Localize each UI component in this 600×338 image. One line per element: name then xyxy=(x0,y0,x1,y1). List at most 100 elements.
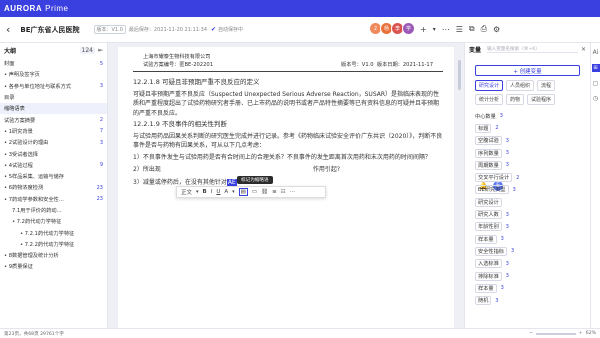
list-item[interactable]: 2）所出现 作用引起? xyxy=(133,165,443,175)
variable-label: 年龄性别 xyxy=(475,222,502,232)
collapse-icon[interactable]: ⇤ xyxy=(98,47,103,54)
close-icon[interactable]: ✕ xyxy=(581,46,586,53)
back-arrow-icon[interactable]: ‹ xyxy=(6,23,10,36)
more-icon[interactable]: ⋯ xyxy=(290,189,296,195)
protocol-number: 试验方案编号：匿BE-202201 xyxy=(143,62,214,68)
variable-category-tab[interactable]: 研究设计 xyxy=(475,80,504,91)
outline-item[interactable]: 7.1用于评价的药动… xyxy=(0,205,107,216)
copy-icon[interactable]: ⧉ xyxy=(469,24,475,34)
version-date: 版本日期：2021-11-17 xyxy=(376,62,433,68)
outline-item[interactable]: • 4试验过程 9 xyxy=(0,160,107,171)
page-info: 第23页，共68页 29761个字 xyxy=(4,331,64,337)
app-logo[interactable]: AURORA Prime xyxy=(4,4,69,13)
ai-icon[interactable]: Ai xyxy=(593,49,599,56)
zoom-slider[interactable] xyxy=(535,332,576,335)
outline-item[interactable]: 封面 5 xyxy=(0,58,107,69)
variable-item[interactable]: 安全性指标 3 xyxy=(465,245,590,257)
outline-item[interactable]: • 声明及签字页 xyxy=(0,69,107,80)
outline-item[interactable]: 缩略语表 xyxy=(0,103,107,115)
link-icon[interactable]: ⛓ xyxy=(261,189,268,195)
outline-item[interactable]: • 1研究背景 7 xyxy=(0,126,107,137)
variable-label: 研究设计 xyxy=(475,197,502,207)
abbreviation-icon[interactable]: ▤ xyxy=(238,188,248,196)
align-icon[interactable]: ≡ xyxy=(272,189,277,195)
variable-item[interactable]: 序列数量 3 xyxy=(465,147,590,159)
variable-item[interactable]: 研究设计 xyxy=(465,196,590,208)
variable-category-tab[interactable]: 人员组织 xyxy=(506,80,535,91)
variable-item[interactable]: 标题 2 xyxy=(465,122,590,134)
variable-item[interactable]: 周期数量 3 xyxy=(465,159,590,171)
outline-item[interactable]: • 7药动学参数和安全性… 23 xyxy=(0,194,107,205)
gear-icon[interactable]: ⚙ xyxy=(493,25,500,34)
style-select[interactable]: 正文 xyxy=(181,188,192,196)
status-bar: 第23页，共68页 29761个字 − + 62% xyxy=(0,328,600,338)
variable-category-tab[interactable]: 药物 xyxy=(506,94,525,105)
outline-item[interactable]: • 6药物浓度检测 23 xyxy=(0,182,107,193)
outline-item[interactable]: 试验方案摘要 2 xyxy=(0,114,107,125)
variable-panel-icon[interactable]: ⊞ xyxy=(591,64,600,72)
zoom-out-icon[interactable]: − xyxy=(529,331,533,336)
outline-item[interactable]: • 各参与单位地址与联系方式 3 xyxy=(0,81,107,92)
italic-icon[interactable]: I xyxy=(211,189,213,195)
list-icon[interactable]: ☷ xyxy=(281,189,286,195)
variable-search-input[interactable]: 输入变量名搜索（⌘+K） xyxy=(487,46,578,53)
variable-usage-count: 3 xyxy=(505,137,509,144)
chevron-down-icon[interactable]: ▾ xyxy=(433,26,436,33)
variable-label: 研究人数 xyxy=(475,210,502,220)
outline-item-label: • 7药动学参数和安全性… xyxy=(4,196,64,203)
comment-icon[interactable]: ▢ xyxy=(593,80,599,87)
add-icon[interactable]: + xyxy=(420,25,427,34)
variable-label: 排除标准 xyxy=(475,271,502,281)
variable-item[interactable]: 随机 3 xyxy=(465,294,590,306)
paragraph[interactable]: 与试验用药品因果关系判断的研究医生完成并进行记录。参考《药物临床试验安全评价广东… xyxy=(133,132,443,151)
chevron-down-icon[interactable]: ▾ xyxy=(232,189,235,195)
create-variable-button[interactable]: + 创建变量 xyxy=(475,65,580,76)
tooltip: 标记为缩略语 xyxy=(237,176,273,184)
variable-item[interactable]: 研究人数 3 xyxy=(465,208,590,220)
outline-item[interactable]: 目录 xyxy=(0,92,107,103)
selected-text[interactable]: AE xyxy=(226,178,237,186)
variable-label: 交叉平行设计 xyxy=(475,173,513,183)
outline-item[interactable]: • 2试验设计的理由 3 xyxy=(0,137,107,148)
outline-item[interactable]: • 7.2药代动力学特征 xyxy=(0,216,107,227)
variable-item[interactable]: 交叉平行设计 2 xyxy=(465,171,590,183)
variable-item[interactable]: 入选标准 3 xyxy=(465,258,590,270)
bold-icon[interactable]: B xyxy=(203,189,207,195)
chevron-down-icon[interactable]: ▾ xyxy=(196,189,199,195)
variable-category-tab[interactable]: 流程 xyxy=(537,80,556,91)
paragraph[interactable]: 可疑且非预期严重不良反应（Suspected Unexpected Seriou… xyxy=(133,90,443,119)
variable-item[interactable]: 样本量 3 xyxy=(465,282,590,294)
history-icon[interactable]: ◷ xyxy=(593,95,598,102)
comment-icon[interactable]: ▭ xyxy=(252,189,257,195)
list-icon[interactable]: ☰ xyxy=(456,25,463,34)
variable-item[interactable]: 中心数量 3 xyxy=(465,110,590,122)
outline-item[interactable]: • 5样品采集、运输与储存 xyxy=(0,171,107,182)
list-item[interactable]: 1）不良事件发生与试验用药是否有合时间上的合理关系？不良事件的发生距离首次用药和… xyxy=(133,153,443,163)
print-icon[interactable]: ⎙ xyxy=(481,24,487,34)
variable-label: BE研究类型 xyxy=(475,185,509,195)
outline-item[interactable]: • 3受试者选择 xyxy=(0,148,107,159)
company-name: 上海市耀泰生物科技有限公司 xyxy=(143,54,211,60)
saved-time: 最后保存：2021-11-20 21:11:34 xyxy=(128,27,208,33)
zoom-in-icon[interactable]: + xyxy=(579,331,583,336)
outline-item[interactable]: • 8数据管理及统计分析 xyxy=(0,250,107,261)
more-icon[interactable]: ⋯ xyxy=(442,25,450,34)
variable-usage-count: 3 xyxy=(505,273,509,279)
variable-label: 序列数量 xyxy=(475,148,502,158)
outline-item[interactable]: • 7.2.2药代动力学特征 xyxy=(0,239,107,250)
collaborator-avatar[interactable]: 学 xyxy=(402,22,415,35)
font-color-icon[interactable]: A xyxy=(224,189,228,195)
underline-icon[interactable]: U xyxy=(216,189,220,195)
variable-category-tab[interactable]: 统计分析 xyxy=(475,94,504,105)
variable-item[interactable]: BE研究类型 3 xyxy=(465,184,590,196)
variable-item[interactable]: 空腹试验 3 xyxy=(465,135,590,147)
variable-item[interactable]: 年龄性别 3 xyxy=(465,221,590,233)
variable-item[interactable]: 排除标准 3 xyxy=(465,270,590,282)
scrollbar[interactable] xyxy=(458,60,461,90)
variable-item[interactable]: 样本量 3 xyxy=(465,233,590,245)
variable-category-tab[interactable]: 试验程序 xyxy=(527,94,556,105)
outline-item[interactable]: • 7.2.1药代动力学特征 xyxy=(0,227,107,238)
outline-item[interactable]: • 9质量保证 xyxy=(0,261,107,272)
outline-item-label: • 7.2药代动力学特征 xyxy=(12,219,62,226)
outline-item-label: • 3受试者选择 xyxy=(4,151,38,158)
